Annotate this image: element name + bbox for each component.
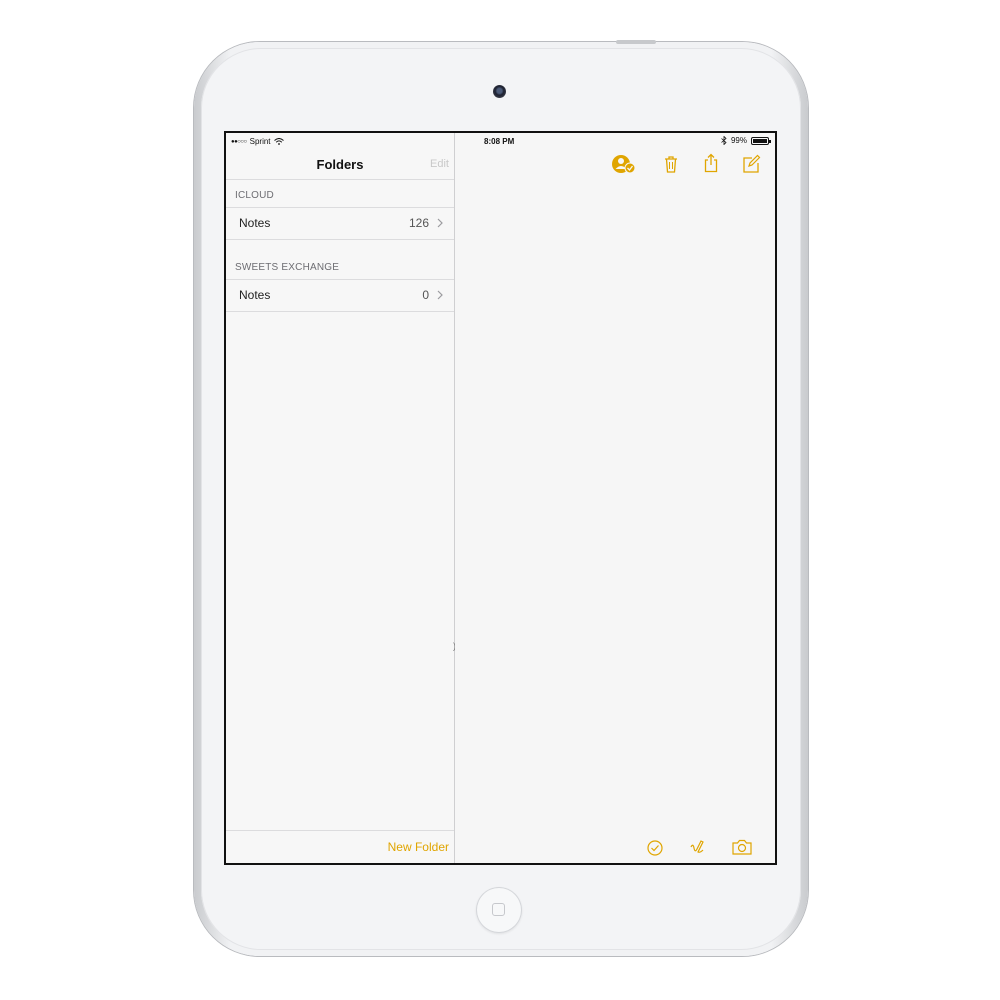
new-folder-button[interactable]: New Folder <box>388 840 449 854</box>
page-title: Folders <box>316 157 364 172</box>
bluetooth-icon <box>721 136 727 145</box>
section-label-icloud: ICLOUD <box>235 190 274 201</box>
status-left: ●●○○○ Sprint <box>231 137 284 146</box>
wifi-icon <box>273 138 284 145</box>
edit-button[interactable]: Edit <box>430 158 449 170</box>
add-people-icon[interactable] <box>611 153 637 175</box>
sidebar-footer: New Folder <box>226 830 454 863</box>
folder-row-icloud-notes[interactable]: Notes 126 <box>226 207 454 240</box>
sketch-icon[interactable] <box>687 837 709 859</box>
sidebar-header: Folders Edit <box>226 151 454 180</box>
sleep-wake-button <box>616 40 656 44</box>
folder-count: 0 <box>422 288 429 302</box>
chevron-right-icon <box>437 290 443 300</box>
home-square-icon <box>492 903 505 916</box>
battery-icon <box>751 136 771 145</box>
trash-icon[interactable] <box>660 153 682 175</box>
carrier-label: Sprint <box>249 137 271 146</box>
compose-icon[interactable] <box>740 153 762 175</box>
checklist-icon[interactable] <box>644 837 666 859</box>
chevron-right-icon <box>437 218 443 228</box>
status-right: 99% <box>721 136 771 145</box>
status-bar: ●●○○○ Sprint 8:08 PM 99% <box>226 133 775 151</box>
folder-name: Notes <box>239 216 271 230</box>
folder-row-sweets-notes[interactable]: Notes 0 <box>226 279 454 312</box>
battery-percent: 99% <box>730 136 747 145</box>
camera-icon[interactable] <box>730 836 754 858</box>
folders-sidebar: Folders Edit ICLOUD Notes 126 SWEETS EXC… <box>226 133 455 863</box>
home-button[interactable] <box>476 887 522 933</box>
folder-name: Notes <box>239 288 271 302</box>
note-detail-pane <box>455 133 775 863</box>
status-time: 8:08 PM <box>484 137 515 146</box>
screen: Folders Edit ICLOUD Notes 126 SWEETS EXC… <box>224 131 777 865</box>
signal-strength: ●●○○○ <box>231 138 247 145</box>
front-camera <box>493 85 506 98</box>
section-label-sweets-exchange: SWEETS EXCHANGE <box>235 262 340 273</box>
share-icon[interactable] <box>700 152 722 174</box>
folder-count: 126 <box>408 216 429 230</box>
